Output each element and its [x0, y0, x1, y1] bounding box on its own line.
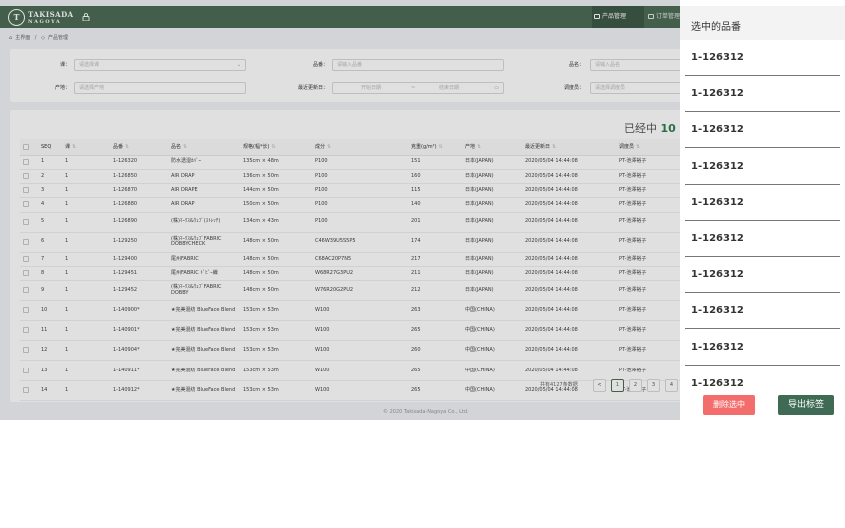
selected-item-code: 1-126312 — [691, 160, 744, 172]
selected-item[interactable]: 1-126312 — [685, 149, 840, 185]
drawer-title: 选中的品番 — [691, 22, 741, 33]
selected-item[interactable]: 1-126312 — [685, 185, 840, 221]
selected-item-code: 1-126312 — [691, 124, 744, 136]
selected-items-drawer: 选中的品番 1-126312 1-126312 1-126312 1-126312 1-… — [680, 0, 845, 420]
selected-item[interactable]: 1-126312 — [685, 366, 840, 388]
selected-item-code: 1-126312 — [691, 52, 744, 63]
selected-item[interactable]: 1-126312 — [685, 221, 840, 257]
selected-item-code: 1-126312 — [691, 196, 744, 208]
selected-item[interactable]: 1-126312 — [685, 330, 840, 366]
app-root: T TAKISADA NAGOYA 产品管理 订单管理 ⌂ 主界面 / ◇ 产品管理… — [0, 0, 845, 528]
selected-item[interactable]: 1-126312 — [685, 76, 840, 113]
selected-items-list[interactable]: 1-126312 1-126312 1-126312 1-126312 1-126312… — [680, 40, 845, 388]
selected-item[interactable]: 1-126312 — [685, 112, 840, 149]
export-labels-button[interactable]: 导出标签 — [778, 395, 834, 415]
delete-selected-button[interactable]: 删除选中 — [703, 395, 755, 415]
selected-item-code: 1-126312 — [691, 233, 744, 244]
selected-item-code: 1-126312 — [691, 305, 744, 317]
drawer-header: 选中的品番 — [680, 6, 845, 40]
selected-item-code: 1-126312 — [691, 341, 744, 353]
selected-item-code: 1-126312 — [691, 377, 744, 388]
selected-item[interactable]: 1-126312 — [685, 257, 840, 294]
selected-item-code: 1-126312 — [691, 269, 744, 281]
selected-item[interactable]: 1-126312 — [685, 293, 840, 330]
selected-item-code: 1-126312 — [691, 88, 744, 100]
selected-item[interactable]: 1-126312 — [685, 40, 840, 76]
